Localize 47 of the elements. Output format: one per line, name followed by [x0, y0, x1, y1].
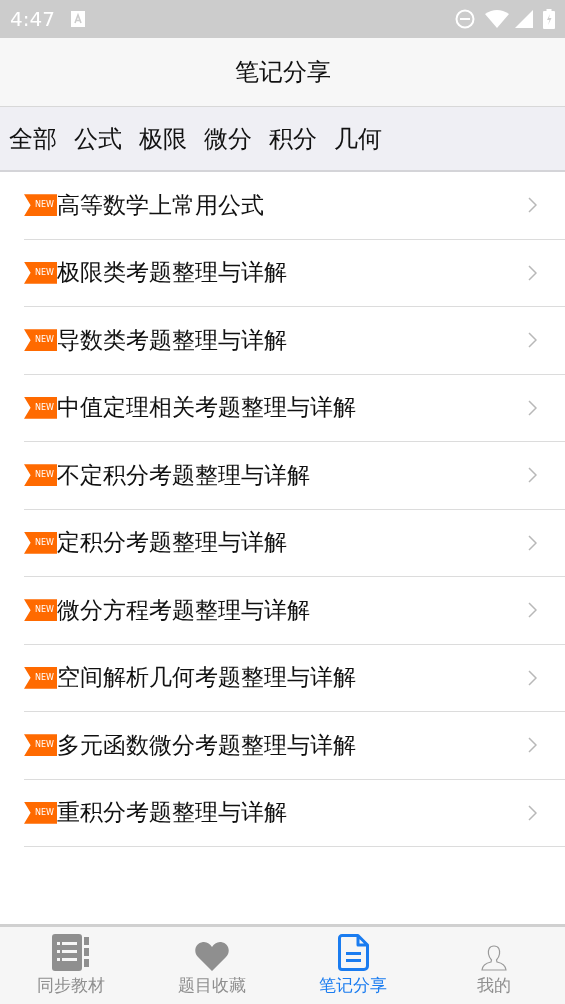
- chevron-icon: [528, 737, 537, 754]
- do-not-disturb-icon: [455, 9, 475, 29]
- new-badge: NEW: [24, 531, 57, 554]
- chevron-icon: [528, 332, 537, 349]
- note-title: 多元函数微分考题整理与详解: [57, 733, 357, 757]
- new-badge: NEW: [24, 329, 57, 352]
- category-tab[interactable]: 公式: [74, 120, 122, 157]
- category-tab[interactable]: 全部: [9, 120, 57, 157]
- new-badge: NEW: [24, 734, 57, 757]
- note-title: 导数类考题整理与详解: [57, 328, 288, 352]
- notebook-icon: [52, 934, 90, 971]
- page-title: 笔记分享: [234, 57, 331, 88]
- new-badge: NEW: [24, 396, 57, 419]
- chevron-icon: [528, 669, 537, 686]
- chevron-icon: [528, 534, 537, 551]
- chevron-icon: [528, 197, 537, 214]
- wifi-icon: [485, 10, 509, 28]
- document-icon: [337, 934, 369, 971]
- category-tab[interactable]: 微分: [204, 120, 252, 157]
- chevron-icon: [528, 264, 537, 281]
- category-tab[interactable]: 极限: [139, 120, 187, 157]
- note-title: 定积分考题整理与详解: [57, 531, 288, 555]
- notification-icon: [70, 11, 85, 27]
- note-title: 高等数学上常用公式: [57, 193, 265, 217]
- new-badge: NEW: [24, 666, 57, 689]
- note-title: 空间解析几何考题整理与详解: [57, 666, 357, 690]
- note-title: 极限类考题整理与详解: [57, 261, 288, 285]
- nav-tab[interactable]: 笔记分享: [282, 927, 424, 1004]
- new-badge: NEW: [24, 599, 57, 622]
- note-title: 中值定理相关考题整理与详解: [57, 396, 357, 420]
- chevron-icon: [528, 399, 537, 416]
- chevron-icon: [528, 467, 537, 484]
- category-tab[interactable]: 几何: [334, 120, 382, 157]
- heart-icon: [194, 941, 229, 971]
- new-badge: NEW: [24, 261, 57, 284]
- note-title: 重积分考题整理与详解: [57, 801, 288, 825]
- note-title: 不定积分考题整理与详解: [57, 463, 311, 487]
- new-badge: NEW: [24, 194, 57, 217]
- note-title: 微分方程考题整理与详解: [57, 598, 311, 622]
- category-tab[interactable]: 积分: [269, 120, 317, 157]
- new-badge: NEW: [24, 801, 57, 824]
- new-badge: NEW: [24, 464, 57, 487]
- battery-icon: [543, 9, 555, 29]
- chevron-icon: [528, 804, 537, 821]
- signal-icon: [515, 10, 533, 28]
- chevron-icon: [528, 602, 537, 619]
- person-icon: [481, 945, 508, 971]
